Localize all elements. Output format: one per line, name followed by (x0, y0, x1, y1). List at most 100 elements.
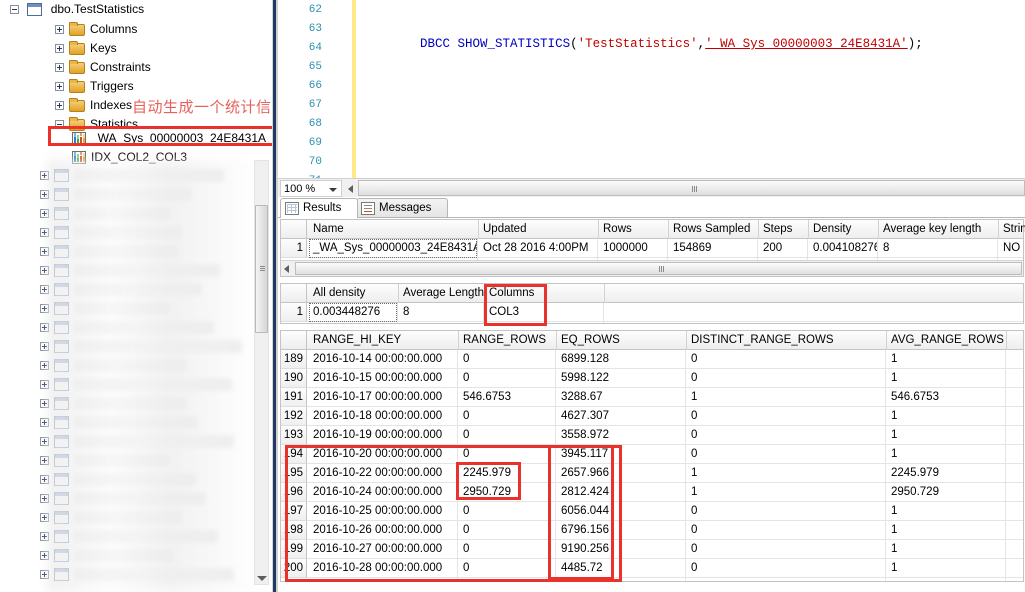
table-cell[interactable]: 2016-10-17 00:00:00.000 (309, 388, 457, 407)
tree-node-redacted[interactable] (0, 451, 272, 470)
tree-node-redacted[interactable] (0, 489, 272, 508)
table-cell[interactable]: 0 (459, 521, 555, 540)
tree-node-redacted[interactable] (0, 166, 272, 185)
table-cell[interactable]: 1000000 (599, 239, 667, 258)
editor-code-line-63[interactable]: DBCC SHOW_STATISTICS('TestStatistics','_… (360, 23, 923, 65)
column-header[interactable]: Steps (759, 220, 809, 239)
table-cell[interactable]: 1 (687, 388, 885, 407)
column-separator[interactable] (457, 350, 458, 581)
tree-node-redacted[interactable] (0, 223, 272, 242)
table-cell[interactable]: 0 (687, 559, 885, 578)
expand-toggle[interactable] (40, 247, 49, 257)
table-cell[interactable]: 0 (459, 369, 555, 388)
tree-node-redacted[interactable] (0, 318, 272, 337)
table-cell[interactable]: 5998.122 (557, 369, 685, 388)
results-pane-tabs[interactable]: Results Messages (278, 198, 1025, 218)
table-cell[interactable]: 0 (459, 350, 555, 369)
table-cell[interactable]: 0 (459, 540, 555, 559)
expand-toggle[interactable] (40, 380, 49, 390)
tree-node-redacted[interactable] (0, 394, 272, 413)
table-cell[interactable]: 4627.307 (557, 407, 685, 426)
table-cell[interactable]: 0 (459, 502, 555, 521)
table-cell[interactable]: 2016-10-25 00:00:00.000 (309, 502, 457, 521)
tab-results[interactable]: Results (280, 198, 358, 218)
row-header[interactable]: 196 (281, 483, 307, 502)
table-cell[interactable]: 2016-10-18 00:00:00.000 (309, 407, 457, 426)
tree-node-redacted[interactable] (0, 508, 272, 527)
table-cell[interactable]: 9190.256 (557, 540, 685, 559)
expand-toggle[interactable] (40, 209, 49, 219)
table-cell[interactable]: 2016-10-15 00:00:00.000 (309, 369, 457, 388)
column-separator[interactable] (397, 303, 398, 323)
editor-zoom-select[interactable]: 100 % (280, 180, 342, 197)
column-separator[interactable] (685, 350, 686, 581)
table-cell[interactable]: 1 (887, 445, 1005, 464)
column-header[interactable]: String I (999, 220, 1025, 239)
row-header[interactable]: 191 (281, 388, 307, 407)
expand-toggle[interactable] (40, 513, 49, 523)
tree-node-redacted[interactable] (0, 299, 272, 318)
tree-node-redacted[interactable] (0, 432, 272, 451)
expand-toggle[interactable] (40, 456, 49, 466)
table-cell[interactable]: 1 (887, 407, 1005, 426)
tree-node-statistic-0[interactable]: _WA_Sys_00000003_24E8431A (0, 129, 272, 148)
expand-toggle[interactable] (55, 120, 64, 130)
column-header[interactable]: RANGE_HI_KEY (309, 331, 459, 350)
chevron-down-icon[interactable] (329, 188, 337, 192)
scroll-left-arrow-icon[interactable] (284, 265, 289, 273)
table-cell[interactable]: 2245.979 (887, 464, 1005, 483)
table-cell[interactable]: 2812.424 (557, 483, 685, 502)
row-header[interactable]: 190 (281, 369, 307, 388)
table-cell[interactable]: 6899.128 (557, 350, 685, 369)
row-header[interactable]: 197 (281, 502, 307, 521)
table-cell[interactable]: 2016-10-27 00:00:00.000 (309, 540, 457, 559)
scrollbar-thumb[interactable] (255, 205, 268, 333)
explorer-vertical-scrollbar[interactable] (254, 160, 269, 585)
expand-toggle[interactable] (40, 437, 49, 447)
table-cell[interactable]: 1 (887, 521, 1005, 540)
expand-toggle[interactable] (40, 570, 49, 580)
expand-toggle[interactable] (40, 323, 49, 333)
table-cell[interactable]: 0.004108276 (809, 239, 877, 258)
table-cell[interactable]: 0 (459, 559, 555, 578)
table-cell[interactable]: 6796.156 (557, 521, 685, 540)
table-cell[interactable]: 0 (687, 445, 885, 464)
table-cell[interactable]: 2016-10-14 00:00:00.000 (309, 350, 457, 369)
row-header[interactable]: 195 (281, 464, 307, 483)
table-cell[interactable]: 2016-10-20 00:00:00.000 (309, 445, 457, 464)
column-header[interactable]: Average Length (399, 284, 485, 303)
statistics-header-grid[interactable]: Name Updated Rows Rows Sampled Steps Density A… (280, 219, 1025, 277)
row-header[interactable]: 199 (281, 540, 307, 559)
column-header[interactable]: AVG_RANGE_ROWS (887, 331, 1007, 350)
tree-node-redacted[interactable] (0, 185, 272, 204)
column-separator[interactable] (885, 350, 886, 581)
expand-toggle[interactable] (40, 285, 49, 295)
tree-node-redacted[interactable] (0, 337, 272, 356)
table-cell[interactable]: 200 (759, 239, 807, 258)
tree-node-redacted[interactable] (0, 375, 272, 394)
expand-toggle[interactable] (55, 82, 64, 92)
column-separator[interactable] (555, 350, 556, 581)
tree-node-folder-triggers[interactable]: Triggers (0, 77, 272, 96)
tree-node-redacted[interactable] (0, 242, 272, 261)
table-cell[interactable]: 1 (687, 464, 885, 483)
table-cell[interactable]: 1 (887, 502, 1005, 521)
table-cell[interactable]: 0 (687, 540, 885, 559)
table-cell[interactable]: 1 (887, 540, 1005, 559)
tree-node-redacted[interactable] (0, 470, 272, 489)
tree-node-table-root[interactable]: dbo.TestStatistics (0, 0, 272, 19)
column-separator[interactable] (483, 303, 484, 323)
tree-node-redacted[interactable] (0, 413, 272, 432)
table-cell[interactable]: 2657.966 (557, 464, 685, 483)
row-header[interactable]: 192 (281, 407, 307, 426)
grid-horizontal-scrollbar[interactable] (281, 260, 1023, 276)
table-cell[interactable]: 1 (887, 369, 1005, 388)
table-cell[interactable]: 546.6753 (887, 388, 1005, 407)
sql-editor[interactable]: 62636465666768697071 DBCC SHOW_STATISTIC… (278, 0, 1025, 187)
column-header[interactable]: Density (809, 220, 879, 239)
expand-toggle[interactable] (40, 532, 49, 542)
column-header[interactable]: Updated (479, 220, 599, 239)
column-header[interactable]: DISTINCT_RANGE_ROWS (687, 331, 887, 350)
table-cell[interactable]: 2950.729 (887, 483, 1005, 502)
table-cell[interactable]: _WA_Sys_00000003_24E8431A (309, 239, 477, 258)
